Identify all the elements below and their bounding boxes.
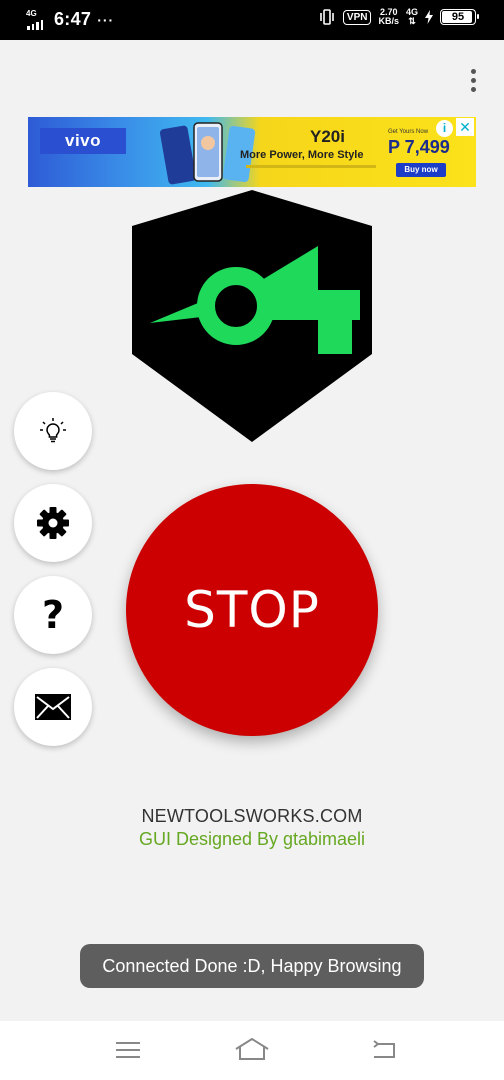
envelope-icon: [35, 694, 71, 720]
speed-unit: KB/s: [378, 16, 399, 26]
vibrate-icon: [320, 9, 334, 25]
back-icon[interactable]: [370, 1035, 402, 1065]
vpn-badge: VPN: [342, 9, 372, 25]
data-activity-icon: 4G ⇅: [405, 7, 418, 26]
app-logo: [132, 190, 372, 442]
signal-icon: 4G: [26, 8, 46, 30]
ad-model-name: Y20i: [310, 127, 345, 146]
tips-button[interactable]: [14, 392, 92, 470]
menu-icon[interactable]: [112, 1035, 144, 1065]
toast-message: Connected Done :D, Happy Browsing: [80, 944, 424, 988]
network-type: 4G: [26, 8, 37, 18]
contact-button[interactable]: [14, 668, 92, 746]
status-bar: 4G 6:47 ··· VPN 2.70 KB/s 4G ⇅ 95: [0, 0, 504, 40]
ad-price: P 7,499: [388, 137, 450, 157]
stop-button-label: STOP: [184, 581, 320, 639]
home-icon[interactable]: [234, 1035, 270, 1065]
ad-close-icon[interactable]: ✕: [456, 118, 474, 136]
designer-credit: GUI Designed By gtabimaeli: [138, 829, 366, 849]
network-speed: 2.70 KB/s: [378, 8, 399, 26]
overflow-menu-icon[interactable]: [462, 64, 484, 96]
settings-button[interactable]: [14, 484, 92, 562]
clock: 6:47: [54, 9, 92, 29]
help-button[interactable]: ?: [14, 576, 92, 654]
ad-fine-print: [246, 165, 376, 168]
more-notifications-icon: ···: [97, 11, 115, 28]
ad-banner[interactable]: vivo Y20i More Power, More Style Get You…: [28, 117, 476, 187]
question-mark-icon: ?: [41, 593, 65, 637]
battery-icon: 95: [440, 9, 479, 25]
website-text: NEWTOOLSWORKS.COM: [141, 806, 363, 826]
stop-button[interactable]: STOP: [126, 484, 378, 736]
charging-icon: [425, 10, 433, 24]
ad-buy-button[interactable]: Buy now: [396, 163, 446, 177]
ad-info-icon[interactable]: i: [436, 120, 453, 137]
ad-tagline: More Power, More Style: [240, 149, 364, 161]
ad-brand-logo: vivo: [40, 128, 126, 154]
lightbulb-icon: [40, 418, 66, 443]
gear-icon: [37, 507, 69, 539]
battery-level: 95: [451, 11, 465, 23]
ad-get-yours: Get Yours Now: [388, 129, 429, 135]
navigation-bar: [0, 1021, 504, 1080]
